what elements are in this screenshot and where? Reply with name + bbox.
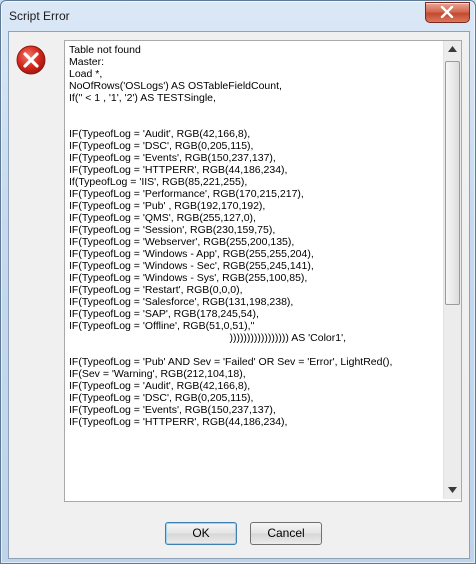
message-line: IF(TypeofLog = 'Pub' AND Sev = 'Failed' … bbox=[69, 356, 393, 368]
close-button[interactable] bbox=[425, 2, 470, 23]
error-icon bbox=[16, 45, 46, 75]
message-line: IF(TypeofLog = 'Events', RGB(150,237,137… bbox=[69, 152, 276, 164]
scrollbar-thumb[interactable] bbox=[445, 61, 460, 305]
message-line: IF(TypeofLog = 'DSC', RGB(0,205,115), bbox=[69, 392, 254, 404]
message-line: IF(TypeofLog = 'Session', RGB(230,159,75… bbox=[69, 224, 276, 236]
message-line: IF(TypeofLog = 'SAP', RGB(178,245,54), bbox=[69, 308, 259, 320]
script-error-dialog: Script Error Table not found Master: Load … bbox=[0, 0, 476, 564]
dialog-body: Table not found Master: Load *, NoOfRows('O… bbox=[8, 31, 470, 559]
message-line: IF(TypeofLog = 'HTTPERR', RGB(44,186,234… bbox=[69, 164, 288, 176]
message-line: IF(TypeofLog = 'Windows - App', RGB(255,… bbox=[69, 248, 314, 260]
error-message-box[interactable]: Table not found Master: Load *, NoOfRows('O… bbox=[64, 40, 462, 502]
close-icon bbox=[440, 6, 454, 18]
window-title: Script Error bbox=[9, 9, 70, 23]
message-line: IF(TypeofLog = 'Events', RGB(150,237,137… bbox=[69, 404, 276, 416]
message-line: IF(TypeofLog = 'Audit', RGB(42,166,8), bbox=[69, 380, 251, 392]
scroll-up-button[interactable] bbox=[444, 41, 461, 58]
message-line: IF(TypeofLog = 'Offline', RGB(51,0,51),'… bbox=[69, 320, 255, 332]
message-line: IF(TypeofLog = 'Audit', RGB(42,166,8), bbox=[69, 128, 251, 140]
message-line: If('' < 1 , '1', '2') AS TESTSingle, bbox=[69, 92, 216, 104]
message-line: IF(TypeofLog = 'HTTPERR', RGB(44,186,234… bbox=[69, 416, 288, 428]
message-line bbox=[69, 104, 433, 116]
message-line: IF(TypeofLog = 'Restart', RGB(0,0,0), bbox=[69, 284, 243, 296]
message-line: IF(TypeofLog = 'Performance', RGB(170,21… bbox=[69, 188, 304, 200]
arrow-up-icon bbox=[448, 46, 457, 52]
title-bar[interactable]: Script Error bbox=[1, 1, 475, 31]
message-line: IF(TypeofLog = 'Webserver', RGB(255,200,… bbox=[69, 236, 295, 248]
message-line: ))))))))))))))))) AS 'Color1', bbox=[69, 332, 347, 344]
ok-button[interactable]: OK bbox=[165, 522, 237, 545]
message-line: Master: bbox=[69, 56, 105, 68]
message-line bbox=[69, 344, 433, 356]
message-line bbox=[69, 116, 433, 128]
vertical-scrollbar[interactable] bbox=[443, 41, 461, 499]
message-line: If(TypeofLog = 'IIS', RGB(85,221,255), bbox=[69, 176, 248, 188]
message-line: IF(TypeofLog = 'Pub' , RGB(192,170,192), bbox=[69, 200, 266, 212]
message-line: IF(TypeofLog = 'QMS', RGB(255,127,0), bbox=[69, 212, 256, 224]
message-line: IF(TypeofLog = 'Salesforce', RGB(131,198… bbox=[69, 296, 294, 308]
message-line: IF(TypeofLog = 'Windows - Sec', RGB(255,… bbox=[69, 260, 314, 272]
error-message-text: Table not found Master: Load *, NoOfRows('O… bbox=[69, 44, 433, 496]
message-line: IF(Sev = 'Warning', RGB(212,104,18), bbox=[69, 368, 246, 380]
scroll-down-button[interactable] bbox=[444, 482, 461, 499]
message-line: NoOfRows('OSLogs') AS OSTableFieldCount, bbox=[69, 80, 282, 92]
message-line: IF(TypeofLog = 'Windows - Sys', RGB(255,… bbox=[69, 272, 308, 284]
message-line: IF(TypeofLog = 'DSC', RGB(0,205,115), bbox=[69, 140, 254, 152]
cancel-button[interactable]: Cancel bbox=[250, 522, 322, 545]
message-line: Table not found bbox=[69, 44, 141, 56]
message-line: Load *, bbox=[69, 68, 103, 80]
arrow-down-icon bbox=[448, 487, 457, 493]
